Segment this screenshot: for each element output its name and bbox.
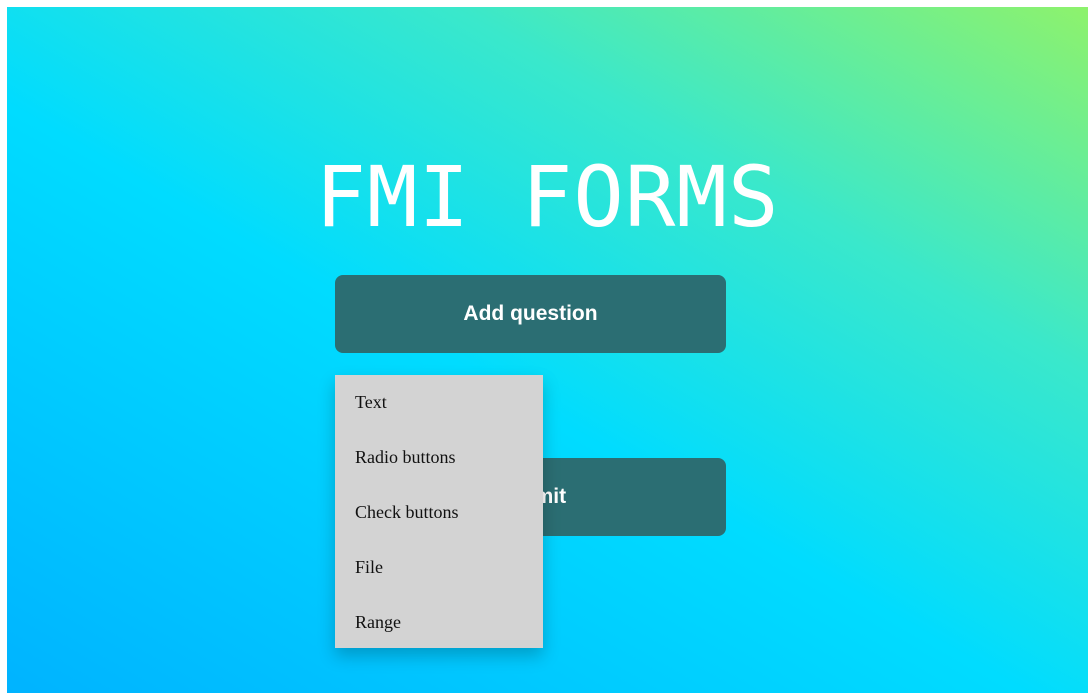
question-type-dropdown: Text Radio buttons Check buttons File Ra… — [335, 375, 543, 648]
dropdown-item-file[interactable]: File — [335, 540, 543, 595]
dropdown-item-text[interactable]: Text — [335, 375, 543, 430]
dropdown-item-check-buttons[interactable]: Check buttons — [335, 485, 543, 540]
dropdown-item-radio-buttons[interactable]: Radio buttons — [335, 430, 543, 485]
page-title: FMI FORMS — [315, 148, 780, 246]
dropdown-item-range[interactable]: Range — [335, 595, 543, 650]
add-question-button[interactable]: Add question — [335, 275, 726, 353]
page-background: FMI FORMS Add question Submit Text Radio… — [7, 7, 1088, 693]
